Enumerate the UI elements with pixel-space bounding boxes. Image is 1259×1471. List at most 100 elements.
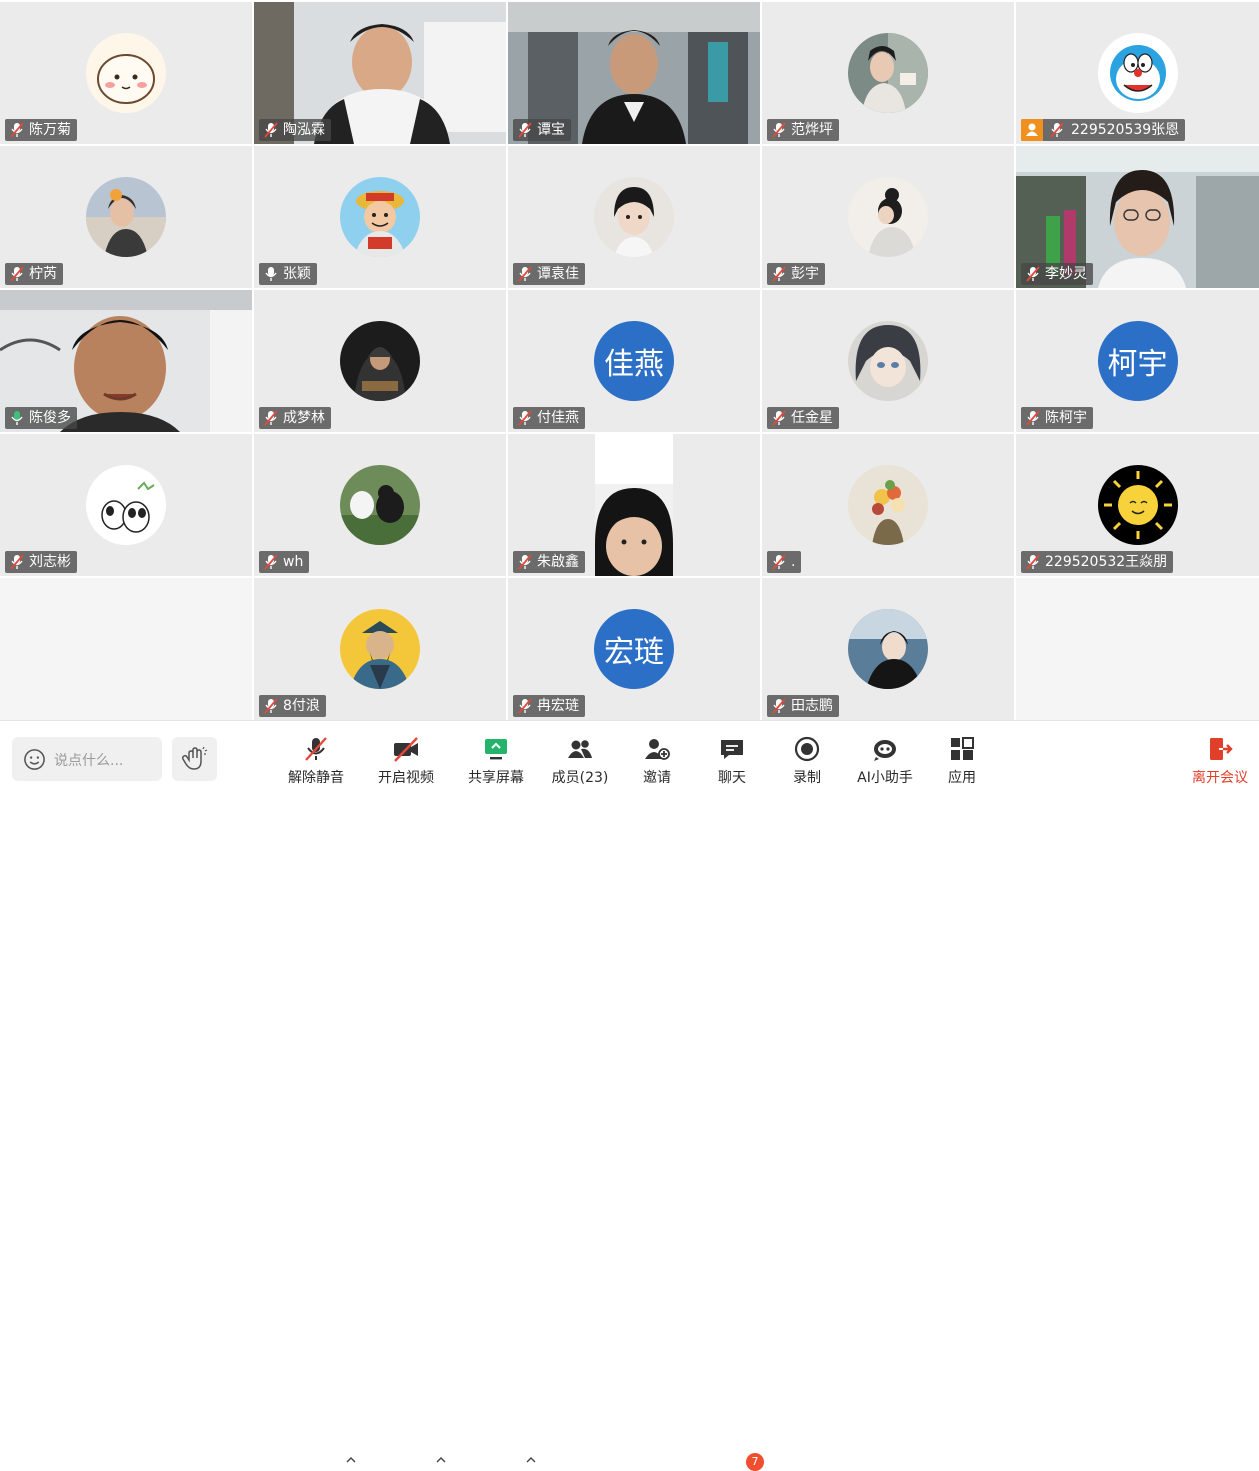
mic-muted-icon (518, 410, 532, 426)
participant-name: 229520532王焱朋 (1045, 554, 1168, 570)
participant-tile[interactable]: 宏琏 冉宏琏 (508, 578, 760, 720)
participant-tile[interactable]: 李妙灵 (1016, 146, 1259, 288)
participant-tile[interactable]: 朱啟鑫 (508, 434, 760, 576)
empty-tile (0, 578, 252, 720)
participant-tile[interactable]: 谭袁佳 (508, 146, 760, 288)
apps-label: 应用 (948, 770, 976, 786)
host-badge (1021, 119, 1043, 141)
participant-name: 柠芮 (29, 266, 57, 282)
participant-tile-speaking[interactable]: 陈俊多 (0, 290, 252, 432)
participant-tile[interactable]: 柠芮 (0, 146, 252, 288)
participant-tile[interactable]: 田志鹏 (762, 578, 1014, 720)
raise-hand-button[interactable] (172, 737, 217, 781)
participant-text-avatar: 宏琏 (594, 609, 674, 689)
participant-name-tag: wh (259, 551, 310, 573)
participant-name-tag: 张颖 (259, 263, 317, 285)
participant-name-tag: 陈万菊 (5, 119, 77, 141)
participant-name-tag: 李妙灵 (1021, 263, 1093, 285)
mic-muted-icon (518, 266, 532, 282)
chat-button[interactable]: 聊天 (707, 735, 757, 787)
exit-icon (1210, 738, 1233, 760)
participant-tile[interactable]: 张颖 (254, 146, 506, 288)
participant-tile[interactable]: 佳燕 付佳燕 (508, 290, 760, 432)
chat-unread-badge: 7 (746, 1453, 764, 1471)
mic-muted-icon (305, 737, 327, 761)
invite-button[interactable]: 邀请 (632, 735, 682, 787)
mic-muted-icon (772, 698, 786, 714)
participant-tile[interactable]: 229520539张恩 (1016, 2, 1259, 144)
participant-name: . (791, 554, 796, 570)
participant-name: 谭袁佳 (537, 266, 579, 282)
participant-name-tag: 谭宝 (513, 119, 571, 141)
participant-tile[interactable]: 谭宝 (508, 2, 760, 144)
participant-avatar (86, 465, 166, 545)
participant-name-tag: 柠芮 (5, 263, 63, 285)
participant-tile[interactable]: 刘志彬 (0, 434, 252, 576)
chat-icon (721, 740, 743, 759)
participant-tile[interactable]: 范烨坪 (762, 2, 1014, 144)
participant-avatar (594, 177, 674, 257)
participant-avatar (86, 33, 166, 113)
apps-button[interactable]: 应用 (937, 735, 987, 787)
participant-tile[interactable]: 陶泓霖 (254, 2, 506, 144)
raise-hand-icon (182, 746, 208, 770)
participant-avatar (1097, 465, 1178, 545)
share-screen-icon (485, 739, 507, 760)
participant-name-tag: 范烨坪 (767, 119, 839, 141)
participant-name: 付佳燕 (537, 410, 579, 426)
participant-name: 成梦林 (283, 410, 325, 426)
participant-name-tag: . (767, 551, 802, 573)
mic-muted-icon (10, 122, 24, 138)
mic-muted-icon (10, 266, 24, 282)
leave-meeting-label: 离开会议 (1192, 770, 1248, 786)
participant-tile[interactable]: 任金星 (762, 290, 1014, 432)
camera-off-icon (394, 737, 418, 762)
mic-muted-icon (772, 122, 786, 138)
participant-tile[interactable]: 陈万菊 (0, 2, 252, 144)
share-screen-label: 共享屏幕 (468, 770, 524, 786)
start-video-button[interactable]: 开启视频 (376, 735, 436, 787)
invite-label: 邀请 (643, 770, 671, 786)
participant-tile[interactable]: wh (254, 434, 506, 576)
share-screen-button[interactable]: 共享屏幕 (466, 735, 526, 787)
person-icon (1026, 123, 1038, 136)
participant-tile[interactable]: 229520532王焱朋 (1016, 434, 1259, 576)
chat-input[interactable]: 说点什么... (12, 737, 162, 781)
participant-name: 朱啟鑫 (537, 554, 579, 570)
chevron-up-icon[interactable] (436, 1455, 446, 1465)
chevron-up-icon[interactable] (526, 1455, 536, 1465)
participant-name-tag: 朱啟鑫 (513, 551, 585, 573)
participant-name-tag: 陶泓霖 (259, 119, 331, 141)
mic-muted-icon (1026, 266, 1040, 282)
members-icon (568, 740, 592, 758)
participant-text-avatar: 柯宇 (1097, 321, 1178, 401)
participant-name-tag: 谭袁佳 (513, 263, 585, 285)
participant-avatar (340, 177, 420, 257)
participant-name-tag: 任金星 (767, 407, 839, 429)
participant-avatar (848, 177, 928, 257)
participant-avatar (848, 609, 928, 689)
participant-name-tag: 付佳燕 (513, 407, 585, 429)
mic-speaking-icon (11, 411, 23, 425)
mic-muted-icon (264, 410, 278, 426)
members-label: 成员(23) (551, 770, 609, 786)
record-button[interactable]: 录制 (782, 735, 832, 787)
ai-assistant-button[interactable]: AI小助手 (852, 735, 918, 787)
participant-tile[interactable]: 8付浪 (254, 578, 506, 720)
members-button[interactable]: 成员(23) (550, 735, 610, 787)
participant-tile[interactable]: 成梦林 (254, 290, 506, 432)
participant-name: 谭宝 (537, 122, 565, 138)
participant-tile[interactable]: 彭宇 (762, 146, 1014, 288)
unmute-button[interactable]: 解除静音 (286, 735, 346, 787)
participant-tile[interactable]: 柯宇 陈柯宇 (1016, 290, 1259, 432)
mic-muted-icon (10, 554, 24, 570)
chat-label: 聊天 (718, 770, 746, 786)
participant-name-tag: 刘志彬 (5, 551, 77, 573)
leave-meeting-button[interactable]: 离开会议 (1188, 735, 1252, 787)
emoji-icon[interactable] (23, 748, 46, 771)
participant-tile[interactable]: . (762, 434, 1014, 576)
empty-tile (1016, 578, 1259, 720)
meeting-toolbar: 说点什么... 解除静音 开启视频 共享屏幕 成员(23) 邀请 聊天 7 录制… (0, 720, 1259, 1471)
chevron-up-icon[interactable] (346, 1455, 356, 1465)
mic-muted-icon (518, 554, 532, 570)
